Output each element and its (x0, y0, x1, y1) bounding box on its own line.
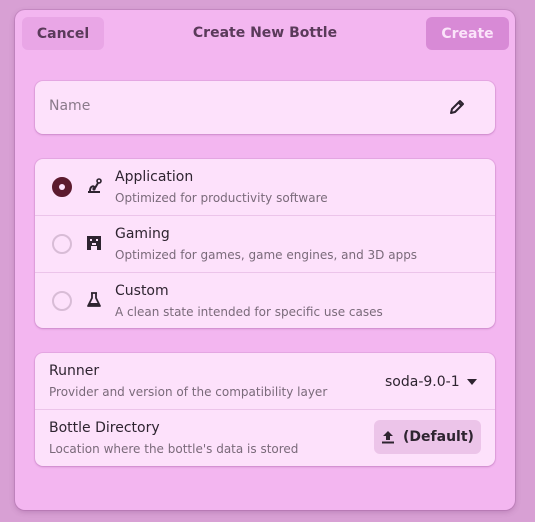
directory-button-label: (Default) (403, 429, 474, 445)
environment-row-gaming[interactable]: Gaming Optimized for games, game engines… (35, 216, 495, 272)
flask-icon (87, 292, 101, 307)
name-field[interactable]: Name (49, 98, 90, 114)
environment-list: Application Optimized for productivity s… (35, 159, 495, 328)
environment-title: Custom (115, 283, 169, 299)
environment-row-custom[interactable]: Custom A clean state intended for specif… (35, 273, 495, 328)
gamepad-icon (87, 236, 101, 250)
runner-subtitle: Provider and version of the compatibilit… (49, 385, 328, 399)
upload-icon (382, 431, 395, 444)
radio-gaming[interactable] (52, 234, 72, 254)
environment-title: Gaming (115, 226, 170, 242)
chevron-down-icon[interactable] (467, 379, 477, 385)
pencil-icon (450, 100, 464, 114)
application-icon (88, 178, 102, 193)
create-bottle-dialog: Cancel Create New Bottle Create Name App… (15, 10, 515, 510)
radio-application[interactable] (52, 177, 72, 197)
environment-subtitle: A clean state intended for specific use … (115, 305, 383, 319)
environment-title: Application (115, 169, 194, 185)
name-entry[interactable]: Name (35, 81, 495, 134)
environment-subtitle: Optimized for games, game engines, and 3… (115, 248, 418, 262)
environment-subtitle: Optimized for productivity software (115, 191, 328, 205)
directory-button[interactable]: (Default) (374, 420, 481, 454)
dialog-title: Create New Bottle (192, 25, 338, 41)
runner-title: Runner (49, 363, 100, 379)
directory-subtitle: Location where the bottle's data is stor… (49, 442, 299, 456)
cancel-button[interactable]: Cancel (22, 17, 104, 50)
environment-row-application[interactable]: Application Optimized for productivity s… (35, 159, 495, 215)
runner-row[interactable]: Runner Provider and version of the compa… (35, 353, 495, 409)
header-bar: Cancel Create New Bottle Create (15, 10, 515, 58)
settings-list: Runner Provider and version of the compa… (35, 353, 495, 466)
runner-dropdown[interactable]: soda-9.0-1 (385, 374, 460, 390)
directory-title: Bottle Directory (49, 420, 160, 436)
create-button[interactable]: Create (426, 17, 509, 50)
radio-custom[interactable] (52, 291, 72, 311)
